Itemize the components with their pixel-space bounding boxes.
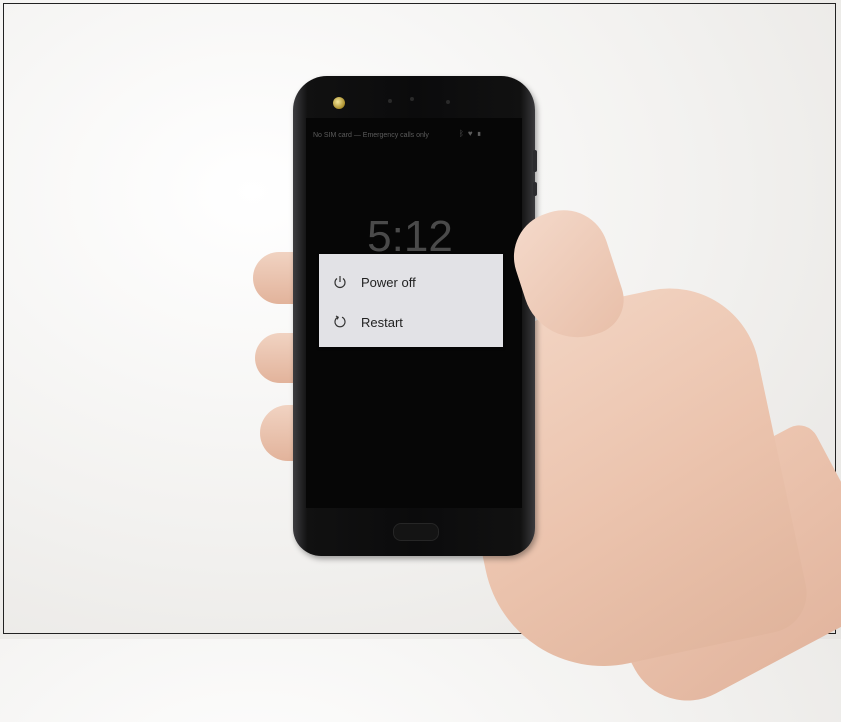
restart-item[interactable]: Restart [319,302,503,342]
home-button[interactable] [393,523,439,541]
power-off-item[interactable]: Power off [319,262,503,302]
sensor-dot [446,100,450,104]
power-off-label: Power off [361,274,416,290]
battery-icon: ▮ [476,129,486,138]
front-camera-icon [333,97,345,109]
power-menu-dialog: Power off Restart [319,254,503,347]
power-button[interactable] [533,182,537,196]
wifi-icon: ♥ [467,129,477,138]
power-icon [333,275,347,289]
sensor-dot [388,99,392,103]
speaker-dot [410,97,414,101]
status-icons: ᛒ♥▮ [459,129,485,138]
carrier-status: No SIM card — Emergency calls only [313,132,429,139]
restart-label: Restart [361,314,403,330]
bluetooth-icon: ᛒ [459,129,468,138]
volume-button[interactable] [533,150,537,172]
restart-icon [333,315,347,329]
